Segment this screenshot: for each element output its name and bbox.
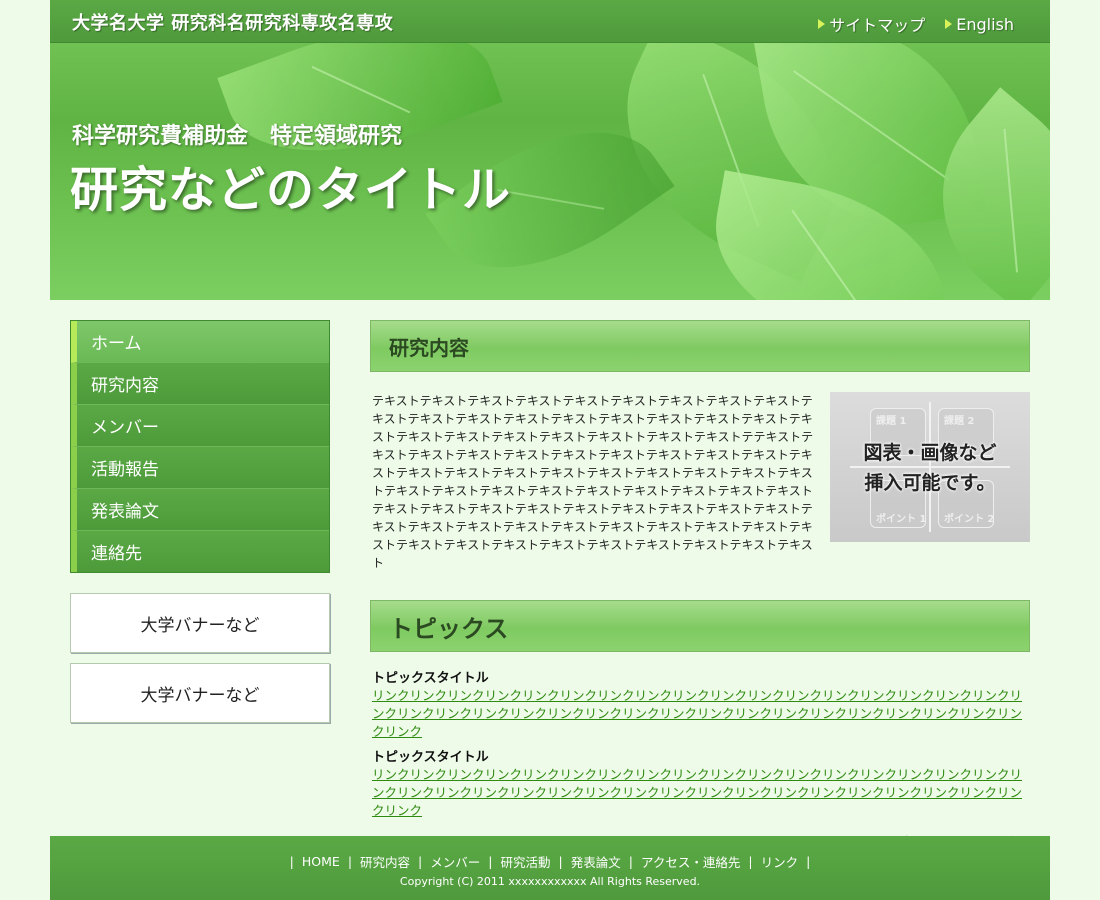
header-subtitle: 科学研究費補助金 特定領域研究 [72, 124, 403, 149]
main-content: 研究内容 テキストテキストテキストテキストテキストテキストテキストテキストテキス… [370, 320, 1030, 851]
sitemap-link[interactable]: サイトマップ [818, 12, 925, 36]
figure-placeholder: 課題 1 課題 2 ポイント 1 ポイント 2 図表・画像など 挿入可能です。 [830, 392, 1030, 542]
figure-caption-line: 図表・画像など [863, 442, 997, 464]
topic-item: トピックスタイトル リンクリンクリンクリンクリンクリンクリンクリンクリンクリンク… [372, 749, 1030, 820]
topic-title: トピックスタイトル [372, 750, 489, 765]
research-heading: 研究内容 [370, 320, 1030, 372]
topic-link[interactable]: リンクリンクリンクリンクリンクリンクリンクリンクリンクリンクリンクリンクリンクリ… [372, 687, 1030, 741]
sidebar-item-members[interactable]: メンバー [71, 405, 329, 447]
footer-separator: | [289, 854, 294, 869]
university-banner[interactable]: 大学バナーなど [70, 663, 330, 723]
arrow-right-icon [818, 19, 826, 29]
figure-label: 課題 2 [944, 416, 975, 427]
research-text: テキストテキストテキストテキストテキストテキストテキストテキストテキストテキスト… [372, 394, 814, 570]
arrow-right-icon [945, 19, 953, 29]
topic-item: トピックスタイトル リンクリンクリンクリンクリンクリンクリンクリンクリンクリンク… [372, 670, 1030, 741]
footer-separator: | [488, 854, 493, 869]
site-name[interactable]: 大学名大学 研究科名研究科専攻名専攻 [72, 9, 393, 35]
footer-link-home[interactable]: HOME [302, 854, 340, 869]
footer-link-access[interactable]: アクセス・連絡先 [641, 852, 740, 871]
footer-separator: | [418, 854, 423, 869]
sidebar: ホーム 研究内容 メンバー 活動報告 発表論文 連絡先 大学バナーなど 大学バナ… [70, 320, 330, 723]
topic-link[interactable]: リンクリンクリンクリンクリンクリンクリンクリンクリンクリンクリンクリンクリンクリ… [372, 766, 1030, 820]
figure-caption: 図表・画像など 挿入可能です。 [830, 438, 1030, 498]
topics-heading: トピックス [370, 600, 1030, 652]
header-topbar: 大学名大学 研究科名研究科専攻名専攻 サイトマップ English [50, 0, 1050, 43]
topic-title: トピックスタイトル [372, 671, 489, 686]
figure-caption-line: 挿入可能です。 [864, 472, 996, 494]
research-body: テキストテキストテキストテキストテキストテキストテキストテキストテキストテキスト… [370, 392, 1030, 572]
footer-separator: | [347, 854, 353, 869]
sidebar-item-research[interactable]: 研究内容 [71, 363, 329, 405]
header: 大学名大学 研究科名研究科専攻名専攻 サイトマップ English 科学研究費補… [50, 0, 1050, 300]
footer-link-papers[interactable]: 発表論文 [571, 852, 621, 871]
page: 大学名大学 研究科名研究科専攻名専攻 サイトマップ English 科学研究費補… [50, 0, 1050, 900]
sidebar-item-contact[interactable]: 連絡先 [71, 531, 329, 572]
footer-link-links[interactable]: リンク [761, 852, 799, 871]
footer: | HOME | 研究内容 | メンバー | 研究活動 | 発表論文 | アクセ… [50, 836, 1050, 900]
footer-separator: | [806, 854, 811, 869]
footer-link-research[interactable]: 研究内容 [360, 852, 410, 871]
footer-separator: | [558, 854, 563, 869]
footer-link-activity[interactable]: 研究活動 [501, 852, 551, 871]
sidebar-item-activity[interactable]: 活動報告 [71, 447, 329, 489]
figure-label: ポイント 1 [876, 514, 927, 525]
sitemap-link-label: サイトマップ [829, 16, 926, 35]
english-link[interactable]: English [945, 12, 1014, 36]
topic-list: トピックスタイトル リンクリンクリンクリンクリンクリンクリンクリンクリンクリンク… [370, 670, 1030, 820]
sidebar-item-home[interactable]: ホーム [71, 321, 329, 363]
footer-nav: | HOME | 研究内容 | メンバー | 研究活動 | 発表論文 | アクセ… [50, 852, 1050, 871]
header-title: 研究などのタイトル [70, 162, 512, 218]
sidebar-item-papers[interactable]: 発表論文 [71, 489, 329, 531]
footer-separator: | [628, 854, 633, 869]
sidebar-nav: ホーム 研究内容 メンバー 活動報告 発表論文 連絡先 [70, 320, 330, 573]
header-links: サイトマップ English [818, 12, 1014, 36]
topics-section: トピックス トピックスタイトル リンクリンクリンクリンクリンクリンクリンクリンク… [370, 600, 1030, 851]
copyright: Copyright (C) 2011 xxxxxxxxxxxx All Righ… [399, 875, 701, 888]
footer-separator: | [748, 854, 753, 869]
figure-label: ポイント 2 [944, 514, 995, 525]
figure-label: 課題 1 [876, 416, 907, 427]
footer-link-members[interactable]: メンバー [430, 852, 480, 871]
english-link-label: English [956, 14, 1014, 34]
university-banner[interactable]: 大学バナーなど [70, 593, 330, 653]
